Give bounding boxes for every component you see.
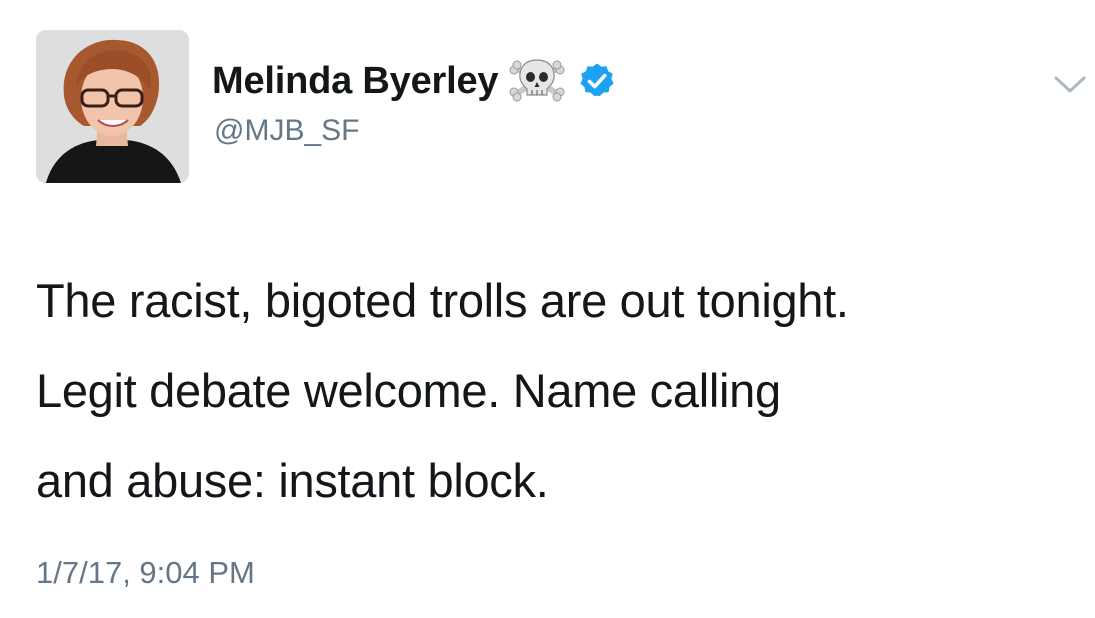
avatar[interactable] (36, 30, 189, 183)
chevron-down-icon[interactable] (1053, 74, 1087, 96)
verified-badge-icon (580, 63, 614, 97)
skull-and-crossbones-icon (509, 59, 565, 102)
author-display-name[interactable]: Melinda Byerley (212, 60, 499, 103)
tweet-text: The racist, bigoted trolls are out tonig… (36, 274, 849, 507)
author-name-row[interactable]: Melinda Byerley (212, 58, 616, 104)
tweet-timestamp[interactable]: 1/7/17, 9:04 PM (36, 555, 255, 591)
avatar-photo (36, 30, 189, 183)
author-handle[interactable]: @MJB_SF (214, 114, 359, 148)
